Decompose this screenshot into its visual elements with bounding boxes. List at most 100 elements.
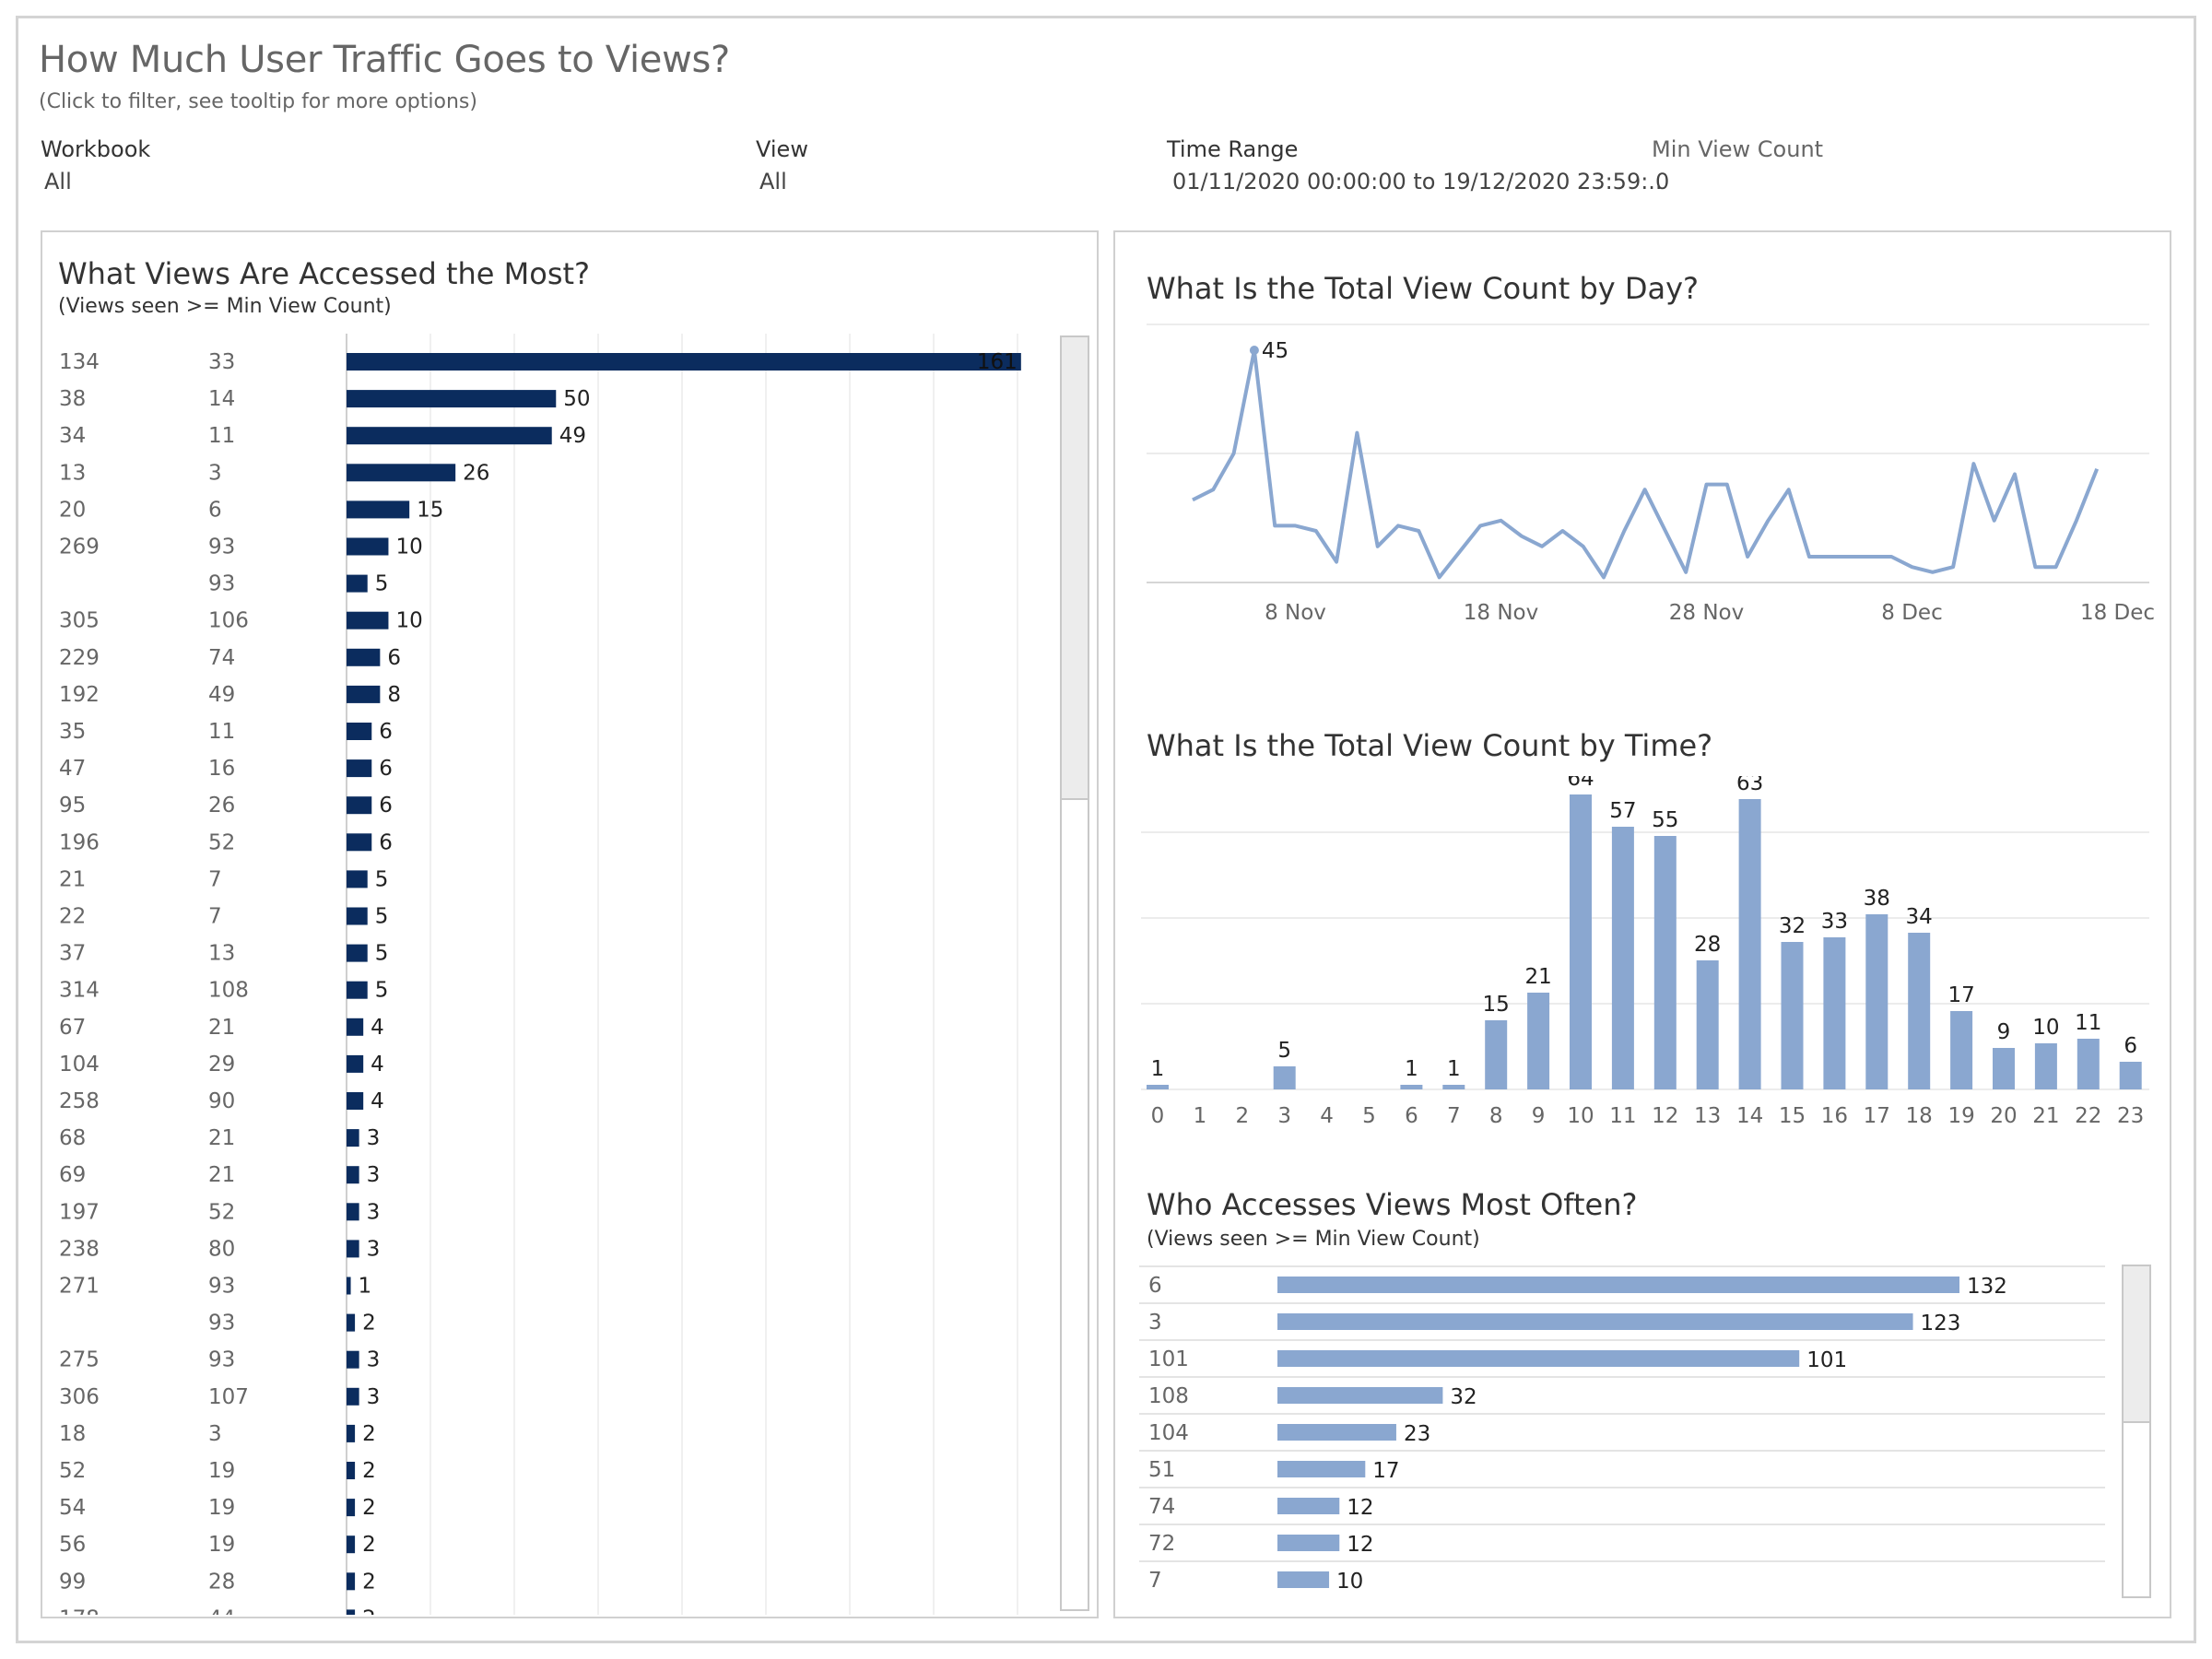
view-row-col2: 14 xyxy=(208,387,235,411)
view-bar-label: 3 xyxy=(367,1126,381,1150)
view-bar xyxy=(347,1018,364,1036)
view-row-col1: 37 xyxy=(59,942,86,966)
time-bar-label: 57 xyxy=(1609,799,1636,823)
views-scrollbar-thumb[interactable] xyxy=(1062,337,1088,800)
view-bar xyxy=(347,685,381,703)
peak-label: 45 xyxy=(1262,339,1288,363)
view-row-col1: 68 xyxy=(59,1126,86,1150)
view-bar-label: 6 xyxy=(379,830,393,854)
views-panel: What Views Are Accessed the Most? (Views… xyxy=(41,230,1099,1618)
view-row-col2: 19 xyxy=(208,1496,235,1520)
views-panel-subtitle: (Views seen >= Min View Count) xyxy=(58,295,392,318)
user-bar-label: 32 xyxy=(1450,1385,1477,1409)
view-bar-label: 6 xyxy=(379,757,393,781)
time-bar xyxy=(1442,1085,1465,1089)
view-bar xyxy=(347,759,372,778)
users-scrollbar[interactable] xyxy=(2122,1265,2151,1598)
view-row-col2: 11 xyxy=(208,424,235,448)
views-scrollbar[interactable] xyxy=(1060,335,1089,1611)
users-scrollbar-thumb[interactable] xyxy=(2124,1266,2149,1423)
user-label: 104 xyxy=(1148,1421,1189,1445)
view-row-col2: 21 xyxy=(208,1126,235,1150)
view-row-col2: 80 xyxy=(208,1237,235,1261)
view-bar-label: 10 xyxy=(395,535,422,559)
x-tick-label: 8 Nov xyxy=(1265,601,1326,625)
view-row-col2: 3 xyxy=(208,461,222,485)
x-tick-label: 8 Dec xyxy=(1881,601,1942,625)
view-bar xyxy=(347,1572,356,1591)
time-bar-chart[interactable]: 10 1 253 4 516171582196410571155122813631432… xyxy=(1128,776,2160,1172)
view-bar xyxy=(347,1166,359,1184)
view-row-col2: 106 xyxy=(208,609,249,633)
view-bar-label: 6 xyxy=(387,646,401,670)
view-row-col2: 19 xyxy=(208,1533,235,1557)
user-label: 7 xyxy=(1148,1569,1162,1593)
view-bar-label: 2 xyxy=(362,1496,376,1520)
view-bar xyxy=(347,464,456,482)
hour-tick-label: 7 xyxy=(1447,1104,1461,1128)
time-bar xyxy=(1147,1085,1169,1089)
time-bar xyxy=(1950,1011,1973,1089)
view-row-col1: 52 xyxy=(59,1459,86,1483)
view-bar xyxy=(347,1277,351,1295)
view-bar xyxy=(347,574,368,593)
view-row-col1: 271 xyxy=(59,1275,100,1299)
user-bar xyxy=(1277,1387,1443,1404)
view-row-col2: 108 xyxy=(208,979,249,1003)
view-bar-label: 49 xyxy=(559,424,586,448)
user-label: 51 xyxy=(1148,1458,1175,1482)
time-bar-label: 9 xyxy=(1997,1020,2011,1044)
user-bar-label: 10 xyxy=(1336,1570,1363,1594)
right-panel: What Is the Total View Count by Day? 45 8… xyxy=(1113,230,2171,1618)
view-bar xyxy=(347,981,368,999)
hour-tick-label: 14 xyxy=(1736,1104,1763,1128)
view-bar xyxy=(347,1054,364,1073)
time-range-filter-label: Time Range xyxy=(1167,136,1299,162)
view-row-col2: 93 xyxy=(208,1348,235,1372)
users-bar-chart[interactable]: 6 132 3 123 101 101 108 32 104 23 51 17 74 12 72 12 7 10 xyxy=(1128,1263,2105,1594)
view-bar xyxy=(347,1609,356,1615)
time-bar-label: 34 xyxy=(1906,905,1933,929)
view-bar xyxy=(347,944,368,962)
time-bar xyxy=(1865,914,1888,1089)
view-row-col1: 47 xyxy=(59,757,86,781)
min-view-count-filter-value[interactable]: 0 xyxy=(1655,169,1669,194)
view-bar-label: 2 xyxy=(362,1312,376,1335)
view-bar xyxy=(347,907,368,925)
user-bar xyxy=(1277,1535,1340,1551)
view-bar xyxy=(347,1313,356,1332)
day-line-chart[interactable]: 45 8 Nov 18 Nov 28 Nov 8 Dec 18 Dec xyxy=(1128,315,2160,684)
view-row-col2: 107 xyxy=(208,1385,249,1409)
hour-tick-label: 9 xyxy=(1532,1104,1546,1128)
view-row-col1: 35 xyxy=(59,720,86,744)
hour-tick-label: 22 xyxy=(2075,1104,2101,1128)
user-bar-label: 123 xyxy=(1921,1312,1961,1335)
view-row-col2: 74 xyxy=(208,646,235,670)
view-row-col1: 258 xyxy=(59,1089,100,1113)
page-subtitle: (Click to filter, see tooltip for more o… xyxy=(39,90,477,113)
view-row-col2: 7 xyxy=(208,867,222,891)
view-bar xyxy=(347,611,389,629)
view-filter-value[interactable]: All xyxy=(759,169,787,194)
view-bar-label: 3 xyxy=(367,1348,381,1372)
view-row-col2: 19 xyxy=(208,1459,235,1483)
view-bar-label: 3 xyxy=(367,1200,381,1224)
views-bar-chart[interactable]: 134 33 16138 14 5034 11 4913 3 2620 6 15269 93 1093 5… xyxy=(42,334,1056,1615)
time-bar-label: 10 xyxy=(2032,1016,2059,1040)
day-series-line xyxy=(1192,348,2100,580)
user-bar-label: 12 xyxy=(1347,1533,1373,1557)
view-bar xyxy=(347,870,368,888)
user-label: 108 xyxy=(1148,1384,1189,1408)
view-bar xyxy=(347,1092,364,1110)
user-bar-label: 12 xyxy=(1347,1496,1373,1520)
view-bar xyxy=(347,1424,356,1442)
time-bar-label: 32 xyxy=(1779,914,1806,938)
workbook-filter-value[interactable]: All xyxy=(44,169,72,194)
time-range-filter-value[interactable]: 01/11/2020 00:00:00 to 19/12/2020 23:59:… xyxy=(1172,169,1663,194)
hour-tick-label: 2 xyxy=(1235,1104,1249,1128)
user-bar-label: 23 xyxy=(1404,1422,1430,1446)
user-bar xyxy=(1277,1350,1800,1367)
time-bar-label: 64 xyxy=(1567,776,1594,791)
view-row-col2: 28 xyxy=(208,1570,235,1594)
view-row-col1: 22 xyxy=(59,905,86,929)
